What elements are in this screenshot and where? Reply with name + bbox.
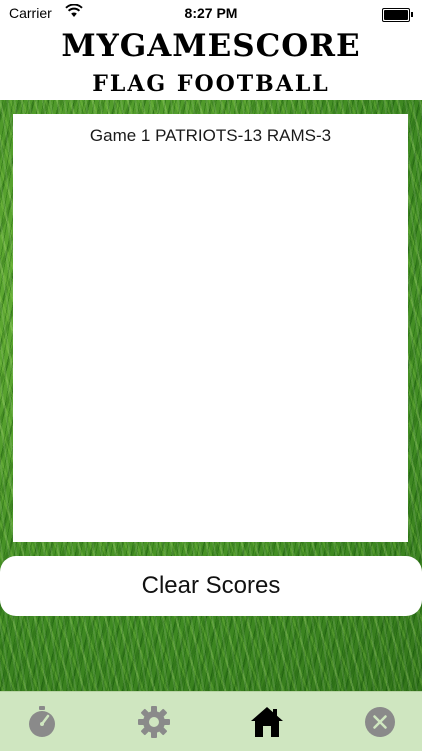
tab-bar — [0, 691, 422, 751]
battery-icon — [382, 8, 413, 22]
status-bar: Carrier 8:27 PM — [0, 0, 422, 26]
tab-home[interactable] — [237, 692, 297, 751]
status-time: 8:27 PM — [184, 5, 238, 21]
stopwatch-icon — [26, 705, 58, 739]
scores-list[interactable]: Game 1 PATRIOTS-13 RAMS-3 — [13, 114, 408, 542]
score-row: Game 1 PATRIOTS-13 RAMS-3 — [89, 126, 332, 145]
close-circle-icon — [364, 706, 396, 738]
gear-icon — [137, 705, 171, 739]
clear-scores-button[interactable]: Clear Scores — [0, 556, 422, 616]
tab-stopwatch[interactable] — [12, 692, 72, 751]
header: Carrier 8:27 PM MYGAMESCORE FLAG FOOTBAL… — [0, 0, 422, 100]
tab-settings[interactable] — [124, 692, 184, 751]
home-icon — [250, 706, 284, 738]
app-title: MYGAMESCORE — [61, 28, 361, 64]
tab-close[interactable] — [350, 692, 410, 751]
app-subtitle: FLAG FOOTBALL — [92, 71, 330, 97]
